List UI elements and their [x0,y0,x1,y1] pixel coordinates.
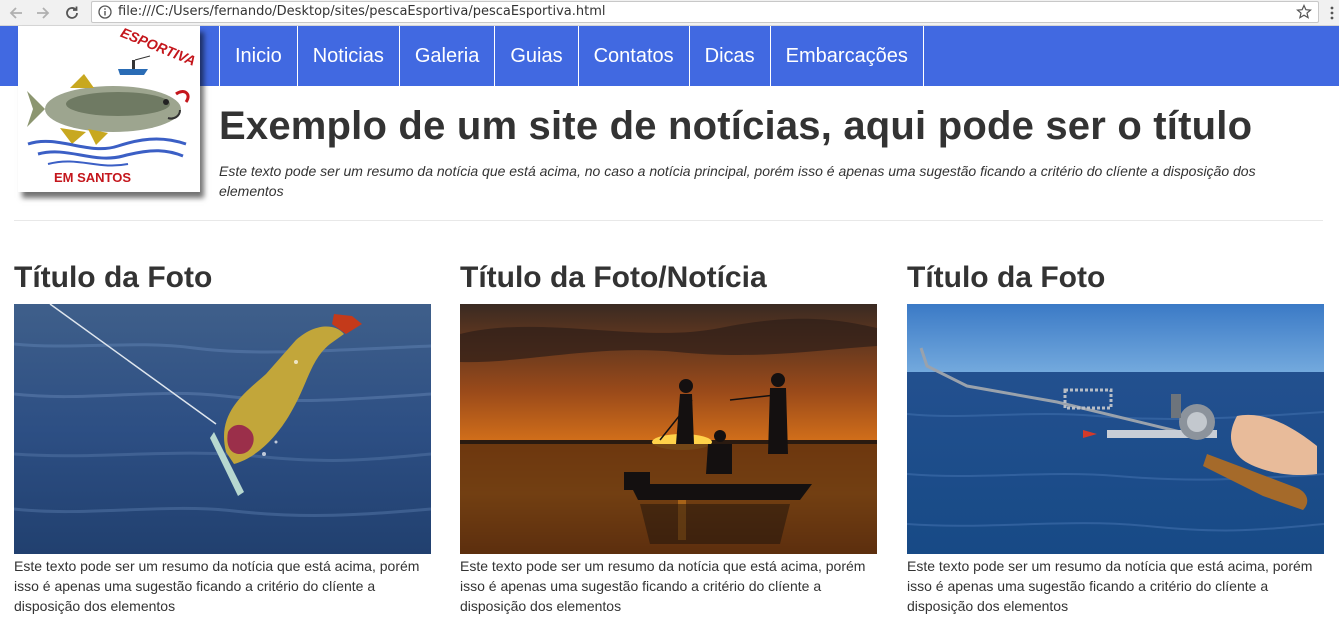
nav-item-inicio[interactable]: Inicio [220,26,298,86]
bookmark-star-icon[interactable] [1296,4,1312,20]
url-text[interactable]: file:///C:/Users/fernando/Desktop/sites/… [118,4,606,19]
news-card: Título da Foto Este texto pode ser um re… [14,260,431,616]
divider [14,220,1323,221]
card-photo-fish-jumping[interactable] [14,304,431,554]
nav-item-embarcacoes[interactable]: Embarcações [771,26,924,86]
site-logo[interactable]: ESPORTIVA EM SANTOS [18,26,200,192]
card-photo-sunset-boat[interactable] [460,304,877,554]
nav-item-dicas[interactable]: Dicas [690,26,771,86]
nav-menu: Inicio Noticias Galeria Guias Contatos D… [219,26,924,86]
card-summary: Este texto pode ser um resumo da notícia… [14,558,420,614]
card-title[interactable]: Título da Foto [14,260,431,304]
news-card: Título da Foto/Notícia Este texto pode s… [460,260,877,616]
info-icon[interactable] [98,5,112,19]
back-arrow-icon[interactable] [6,3,26,23]
forward-arrow-icon[interactable] [33,3,53,23]
site-navbar: Inicio Noticias Galeria Guias Contatos D… [0,26,1339,86]
card-title[interactable]: Título da Foto/Notícia [460,260,877,304]
reload-icon[interactable] [62,3,82,23]
nav-item-noticias[interactable]: Noticias [298,26,400,86]
browser-toolbar: file:///C:/Users/fernando/Desktop/sites/… [0,0,1339,26]
logo-text-bottom: EM SANTOS [54,170,131,185]
news-card: Título da Foto Este texto pode ser um re… [907,260,1324,616]
logo-text-top: ESPORTIVA [118,26,198,69]
nav-item-galeria[interactable]: Galeria [400,26,496,86]
card-title[interactable]: Título da Foto [907,260,1324,304]
nav-item-contatos[interactable]: Contatos [579,26,690,86]
card-summary: Este texto pode ser um resumo da notícia… [907,558,1313,614]
card-photo-fishing-reel[interactable] [907,304,1324,554]
card-summary: Este texto pode ser um resumo da notícia… [460,558,866,614]
nav-item-guias[interactable]: Guias [495,26,579,86]
address-bar[interactable]: file:///C:/Users/fernando/Desktop/sites/… [91,1,1319,23]
page-title: Exemplo de um site de notícias, aqui pod… [219,104,1253,148]
page-lead: Este texto pode ser um resumo da notícia… [219,163,1256,199]
menu-kebab-icon[interactable] [1327,5,1337,21]
